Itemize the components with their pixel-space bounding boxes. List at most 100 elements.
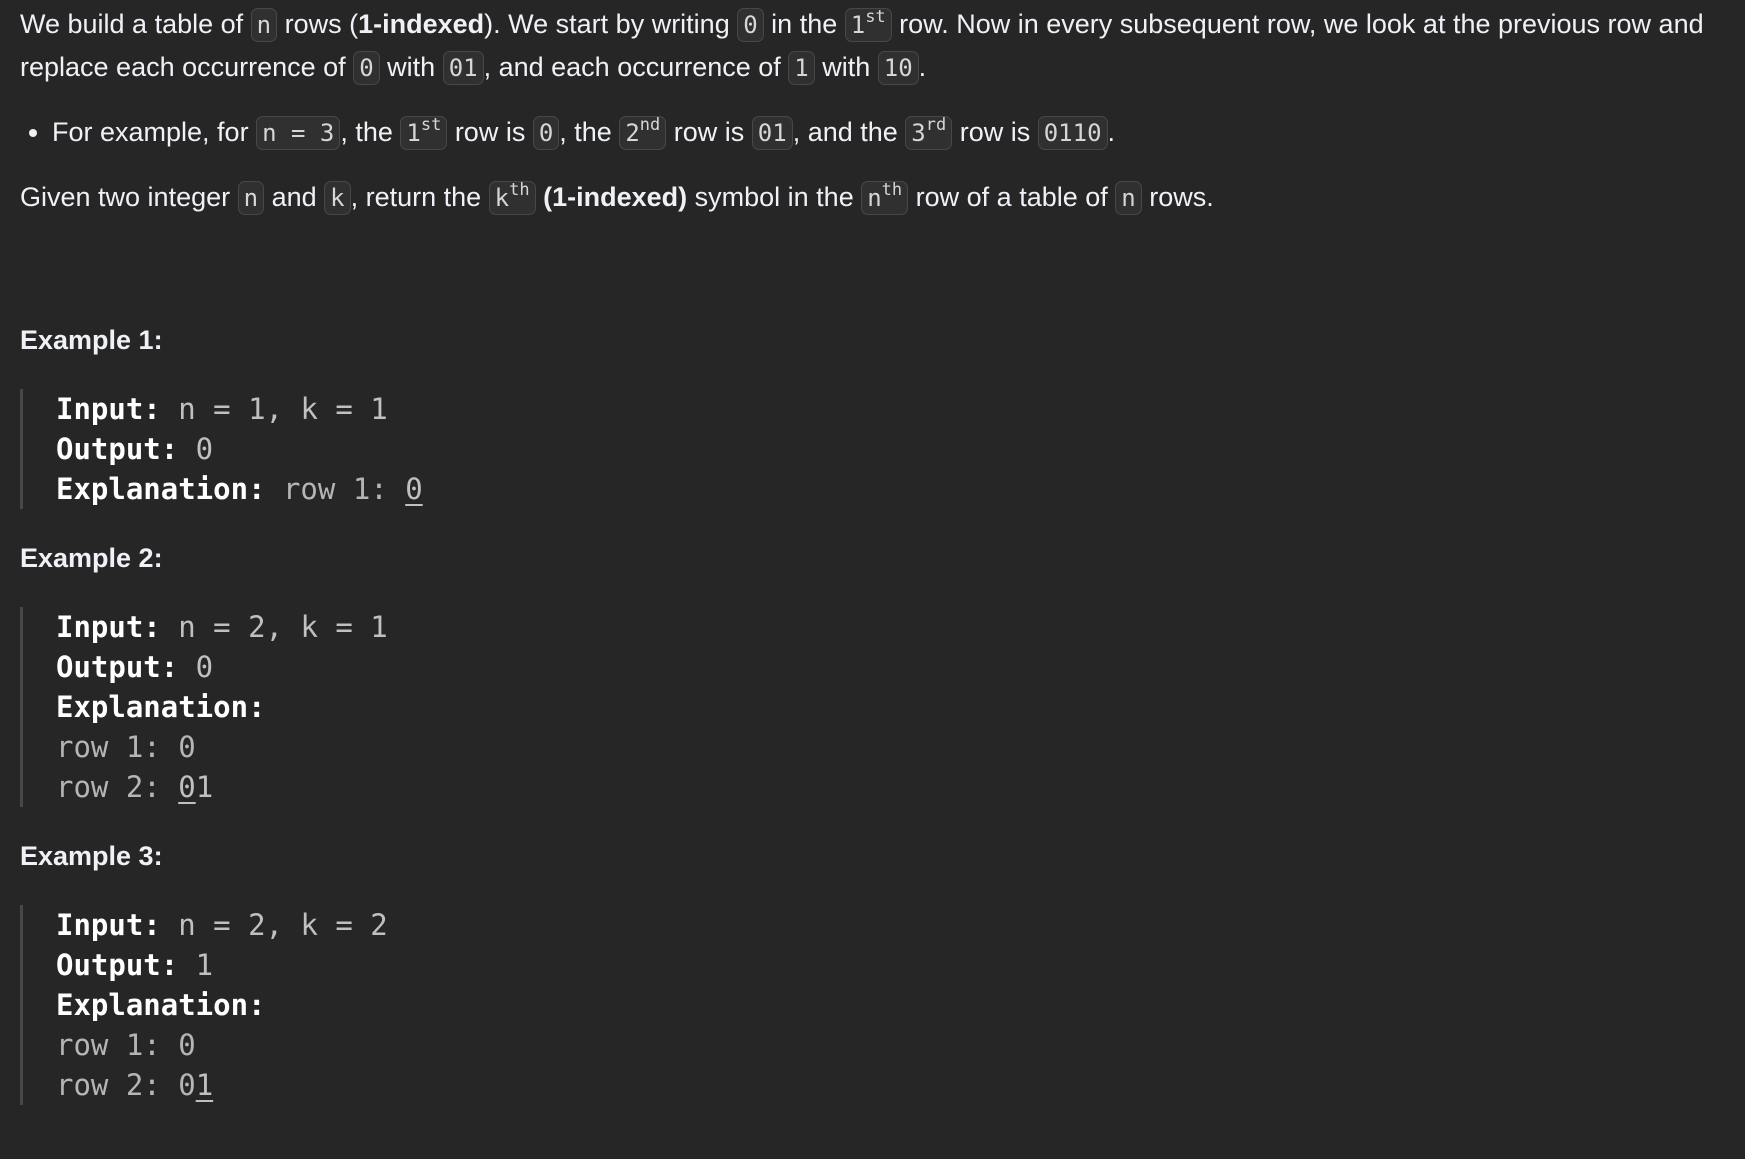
inline-code: 2nd [619, 115, 667, 150]
inline-code: kth [488, 180, 536, 215]
example-output-line: Output: 0 [56, 647, 1735, 687]
inline-code: 0 [737, 8, 764, 42]
ordinal-number: 3 [911, 119, 926, 147]
question-text: row of a table of [908, 182, 1116, 212]
example-block: Input: n = 1, k = 1 Output: 0 Explanatio… [20, 389, 1735, 509]
inline-code: 1st [844, 7, 892, 42]
inline-code: 01 [751, 116, 793, 150]
example-input-line: Input: n = 1, k = 1 [56, 389, 1735, 429]
underlined-symbol: 0 [405, 472, 423, 506]
explanation-row: row 1: 0 [56, 730, 196, 764]
explanation-text: row 2: 0 [56, 1068, 196, 1102]
example-explanation-line: Explanation: [56, 985, 1735, 1025]
explanation-text: row 2: [56, 770, 179, 804]
intro-text: . [918, 52, 927, 82]
ordinal-number: k [494, 184, 510, 212]
underlined-symbol: 0 [178, 770, 196, 804]
inline-code: n = 3 [256, 116, 341, 150]
inline-code: 1st [400, 115, 448, 150]
input-label: Input: [56, 908, 161, 942]
ordinal-number: n [867, 184, 882, 212]
question-text: Given two integer [20, 182, 238, 212]
explanation-text: row 1: [265, 472, 406, 506]
example-title: Example 1: [20, 325, 163, 355]
input-label: Input: [56, 392, 161, 426]
inline-code: n [237, 181, 265, 215]
bold-text: 1-indexed [358, 9, 485, 39]
underlined-symbol: 1 [195, 1068, 214, 1102]
inline-code: 3rd [905, 115, 953, 150]
inline-code: k [324, 181, 351, 215]
intro-text: with [379, 52, 443, 82]
output-value: 1 [178, 948, 214, 982]
intro-paragraph: We build a table of n rows (1-indexed). … [20, 3, 1735, 89]
bullet-text: For example, for [52, 117, 257, 147]
inline-code: 0 [532, 116, 560, 150]
explanation-row: row 1: 0 [56, 1028, 196, 1062]
explanation-row: row 2: 01 [56, 767, 1735, 807]
ordinal-suffix: st [420, 115, 442, 135]
bullet-text: , the [340, 117, 401, 147]
inline-code: n [250, 8, 278, 42]
ordinal-suffix: st [865, 7, 886, 27]
ordinal-suffix: rd [925, 115, 947, 135]
explanation-label: Explanation: [56, 472, 266, 506]
output-label: Output: [56, 948, 179, 982]
output-label: Output: [56, 432, 179, 466]
bold-text: (1-indexed) [543, 182, 688, 212]
ordinal-suffix: th [509, 180, 530, 200]
inline-code: nth [861, 180, 909, 215]
example-block: Input: n = 2, k = 1 Output: 0 Explanatio… [20, 607, 1735, 807]
explanation-label: Explanation: [56, 690, 266, 724]
intro-text: rows ( [277, 9, 359, 39]
intro-text: We build a table of [20, 9, 251, 39]
question-text: rows. [1141, 182, 1214, 212]
explanation-text: 1 [195, 770, 214, 804]
bullet-text: row is [666, 117, 752, 147]
intro-text: ). We start by writing [484, 9, 738, 39]
example-input-line: Input: n = 2, k = 2 [56, 905, 1735, 945]
example-title: Example 3: [20, 841, 163, 871]
question-text: and [264, 182, 325, 212]
input-value: n = 1, k = 1 [160, 392, 388, 426]
intro-text: in the [763, 9, 845, 39]
question-text: , return the [350, 182, 489, 212]
bullet-item: For example, for n = 3, the 1st row is 0… [52, 111, 1735, 154]
inline-code: 1 [788, 51, 815, 85]
input-label: Input: [56, 610, 161, 644]
example-title: Example 2: [20, 543, 163, 573]
intro-text: with [814, 52, 878, 82]
explanation-row: row 2: 01 [56, 1065, 1735, 1105]
output-value: 0 [178, 432, 214, 466]
explanation-label: Explanation: [56, 988, 266, 1022]
example-output-line: Output: 1 [56, 945, 1735, 985]
inline-code: 10 [877, 51, 919, 85]
ordinal-number: 1 [850, 11, 866, 39]
inline-code: n [1115, 181, 1142, 215]
question-text: symbol in the [687, 182, 862, 212]
inline-code: 0 [353, 51, 380, 85]
ordinal-suffix: th [881, 180, 903, 200]
bullet-text: row is [952, 117, 1038, 147]
example-explanation-line: Explanation: [56, 687, 1735, 727]
bullet-text: . [1107, 117, 1116, 147]
example-output-line: Output: 0 [56, 429, 1735, 469]
bullet-text: , and the [792, 117, 906, 147]
bullet-text: , the [559, 117, 620, 147]
ordinal-suffix: nd [639, 115, 661, 135]
example-block: Input: n = 2, k = 2 Output: 1 Explanatio… [20, 905, 1735, 1105]
ordinal-number: 2 [625, 119, 640, 147]
problem-description: We build a table of n rows (1-indexed). … [20, 3, 1735, 1133]
input-value: n = 2, k = 1 [160, 610, 388, 644]
input-value: n = 2, k = 2 [160, 908, 388, 942]
output-value: 0 [178, 650, 214, 684]
example-bullet-list: For example, for n = 3, the 1st row is 0… [20, 111, 1735, 154]
question-paragraph: Given two integer n and k, return the kt… [20, 176, 1735, 219]
ordinal-number: 1 [406, 119, 421, 147]
example-explanation-line: Explanation: row 1: 0 [56, 469, 1735, 509]
intro-text: , and each occurrence of [483, 52, 789, 82]
inline-code: 01 [442, 51, 484, 85]
question-text [536, 182, 544, 212]
example-input-line: Input: n = 2, k = 1 [56, 607, 1735, 647]
inline-code: 0110 [1037, 116, 1108, 150]
